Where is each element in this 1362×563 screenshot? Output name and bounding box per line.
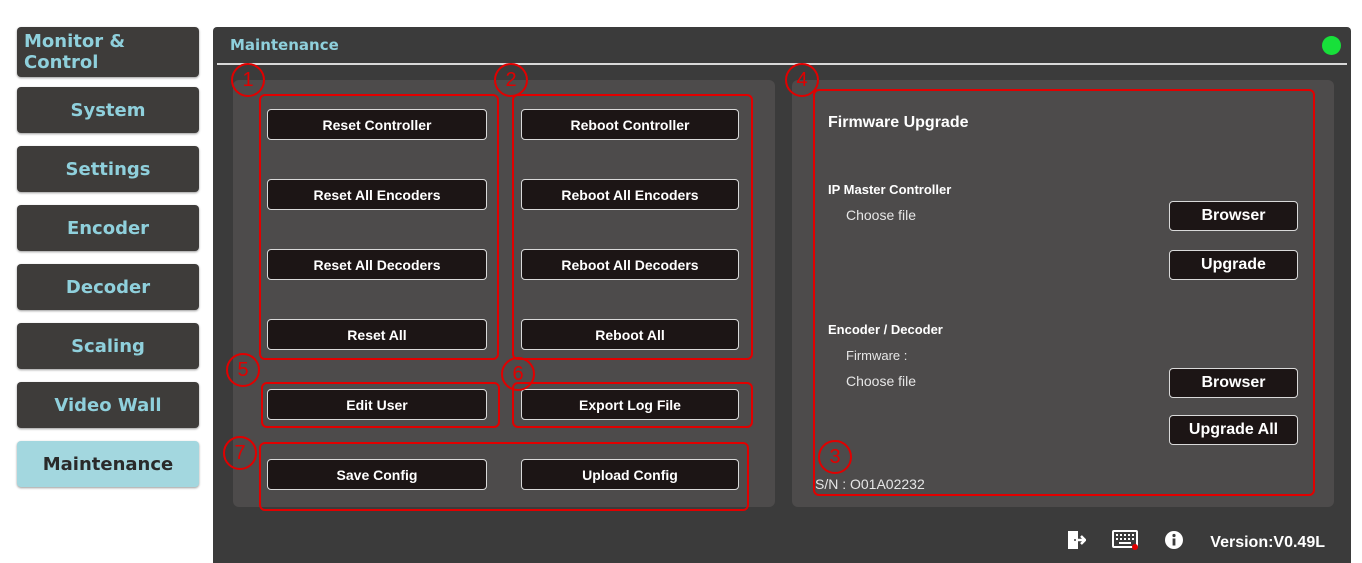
nav-decoder[interactable]: Decoder <box>17 264 199 310</box>
annotation-circle-2: 2 <box>494 63 528 97</box>
info-icon[interactable] <box>1163 529 1185 551</box>
page-title: Maintenance <box>230 36 339 54</box>
annotation-box-6 <box>512 382 753 428</box>
status-indicator <box>1322 36 1341 55</box>
annotation-box-4 <box>813 89 1315 496</box>
nav-maintenance[interactable]: Maintenance <box>17 441 199 487</box>
annotation-circle-6: 6 <box>501 357 535 391</box>
annotation-circle-7: 7 <box>223 436 257 470</box>
annotation-circle-3: 3 <box>818 440 852 474</box>
version-label: Version:V0.49L <box>1210 534 1325 551</box>
annotation-circle-4: 4 <box>785 63 819 97</box>
nav-scaling[interactable]: Scaling <box>17 323 199 369</box>
annotation-circle-5: 5 <box>226 353 260 387</box>
nav-video-wall[interactable]: Video Wall <box>17 382 199 428</box>
nav-system[interactable]: System <box>17 87 199 133</box>
annotation-box-5 <box>261 382 500 428</box>
keyboard-icon[interactable] <box>1111 528 1141 552</box>
annotation-box-1 <box>259 94 499 360</box>
annotation-circle-1: 1 <box>231 63 265 97</box>
annotation-box-2 <box>512 94 753 360</box>
logout-icon[interactable] <box>1065 529 1087 551</box>
nav-settings[interactable]: Settings <box>17 146 199 192</box>
nav-encoder[interactable]: Encoder <box>17 205 199 251</box>
title-divider <box>217 63 1347 65</box>
nav-monitor-control[interactable]: Monitor & Control <box>17 27 199 77</box>
annotation-box-7 <box>259 442 749 511</box>
